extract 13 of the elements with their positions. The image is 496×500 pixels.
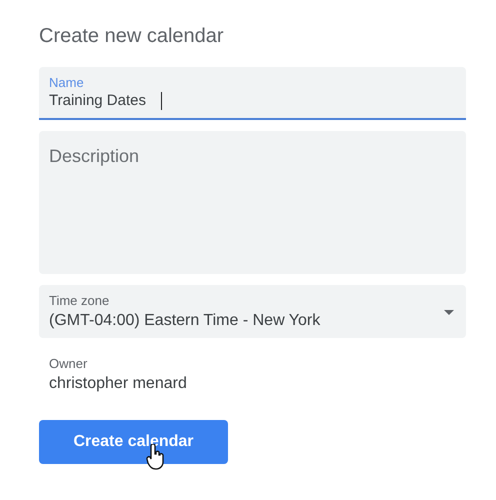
field-value: (GMT-04:00) Eastern Time - New York (49, 311, 320, 331)
dropdown-arrow-icon (444, 310, 454, 315)
field-label: Name (49, 75, 85, 91)
create-calendar-button[interactable]: Create calendar (39, 420, 228, 464)
text-cursor-icon (161, 92, 162, 110)
owner-name: christopher menard (49, 374, 188, 394)
description-field[interactable]: Description (39, 131, 466, 274)
time-zone-dropdown[interactable]: Time zone (GMT-04:00) Eastern Time - New York (39, 285, 466, 338)
field-label: Time zone (49, 293, 110, 309)
owner-label: Owner (49, 356, 88, 372)
name-field[interactable]: Name Training Dates (39, 67, 466, 120)
name-input[interactable]: Training Dates (49, 91, 161, 111)
form-title: Create new calendar (39, 24, 225, 48)
